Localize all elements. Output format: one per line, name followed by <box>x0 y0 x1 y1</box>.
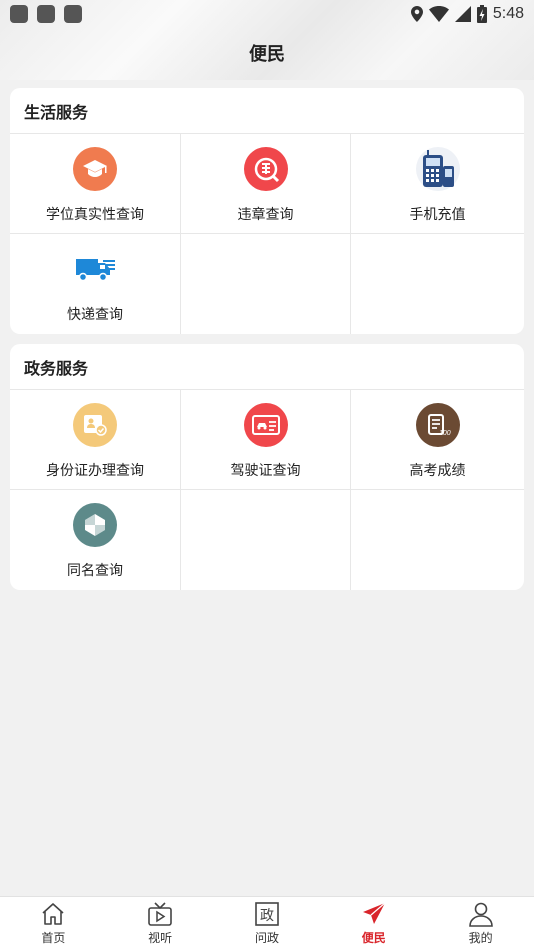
empty-cell <box>351 234 524 334</box>
home-icon <box>42 903 64 925</box>
id-card-icon <box>73 403 117 447</box>
driver-license-icon <box>243 403 288 447</box>
wenzheng-icon-text: 政 <box>260 908 274 924</box>
traffic-violation-icon <box>243 147 288 191</box>
nav-media[interactable]: 视听 <box>125 901 195 946</box>
graduation-cap-icon <box>73 147 117 191</box>
page: 5:48 便民 生活服务 学位真实性查询 违章查询 手机充值 快递查询 政务服务… <box>0 0 534 950</box>
empty-cell <box>351 490 524 590</box>
service-mobile-recharge[interactable]: 手机充值 <box>351 134 524 234</box>
service-label: 同名查询 <box>67 563 123 579</box>
signal-icon <box>454 6 471 22</box>
service-degree-verification[interactable]: 学位真实性查询 <box>10 134 181 234</box>
notification-icon <box>10 5 28 23</box>
service-grid: 身份证办理查询 驾驶证查询 100 高考成绩 同名查询 <box>10 390 524 590</box>
service-driver-license[interactable]: 驾驶证查询 <box>181 390 351 490</box>
nav-profile[interactable]: 我的 <box>446 901 516 946</box>
notification-icons <box>10 5 82 23</box>
svg-text:100: 100 <box>439 430 451 437</box>
clock: 5:48 <box>492 5 524 22</box>
nav-wenzheng[interactable]: 政 问政 <box>232 901 302 946</box>
service-label: 违章查询 <box>237 207 294 223</box>
notification-icon <box>37 5 55 23</box>
paper-plane-icon <box>362 902 386 924</box>
nav-home[interactable]: 首页 <box>18 901 88 946</box>
location-icon <box>410 6 423 22</box>
nav-label: 便民 <box>361 931 386 945</box>
delivery-truck-icon <box>76 259 115 282</box>
service-label: 高考成绩 <box>409 463 466 479</box>
tv-icon <box>148 902 172 926</box>
user-icon <box>468 902 493 927</box>
life-services-card: 生活服务 学位真实性查询 违章查询 手机充值 快递查询 <box>10 88 524 334</box>
service-label: 身份证办理查询 <box>46 463 144 479</box>
nav-label: 问政 <box>254 931 279 945</box>
service-label: 驾驶证查询 <box>230 463 301 479</box>
nav-convenience[interactable]: 便民 <box>339 901 409 946</box>
section-title: 政务服务 <box>10 344 524 390</box>
page-title: 便民 <box>249 44 285 65</box>
same-name-icon <box>73 503 117 547</box>
service-traffic-violation[interactable]: 违章查询 <box>181 134 351 234</box>
service-id-card-query[interactable]: 身份证办理查询 <box>10 390 181 490</box>
empty-cell <box>181 234 351 334</box>
wenzheng-icon: 政 <box>255 902 279 926</box>
service-label: 快递查询 <box>67 307 123 323</box>
wifi-icon <box>428 6 449 22</box>
header: 5:48 便民 <box>0 0 534 80</box>
section-title: 生活服务 <box>10 88 524 134</box>
government-services-card: 政务服务 身份证办理查询 驾驶证查询 100 高考成绩 同名查询 <box>10 344 524 590</box>
battery-icon <box>476 5 487 23</box>
service-exam-score[interactable]: 100 高考成绩 <box>351 390 524 490</box>
nav-label: 首页 <box>41 931 66 945</box>
bottom-nav: 首页 视听 政 问政 便民 我的 <box>0 896 534 950</box>
nav-label: 视听 <box>148 931 173 945</box>
mobile-phone-icon <box>415 147 460 191</box>
service-same-name-query[interactable]: 同名查询 <box>10 490 181 590</box>
nav-label: 我的 <box>468 931 493 945</box>
service-label: 学位真实性查询 <box>46 207 144 223</box>
system-icons: 5:48 <box>410 5 524 23</box>
service-grid: 学位真实性查询 违章查询 手机充值 快递查询 <box>10 134 524 334</box>
service-express-tracking[interactable]: 快递查询 <box>10 234 181 334</box>
service-label: 手机充值 <box>409 207 466 223</box>
notification-icon <box>64 5 82 23</box>
empty-cell <box>181 490 351 590</box>
status-bar: 5:48 <box>0 0 534 28</box>
exam-score-icon: 100 <box>415 403 460 447</box>
